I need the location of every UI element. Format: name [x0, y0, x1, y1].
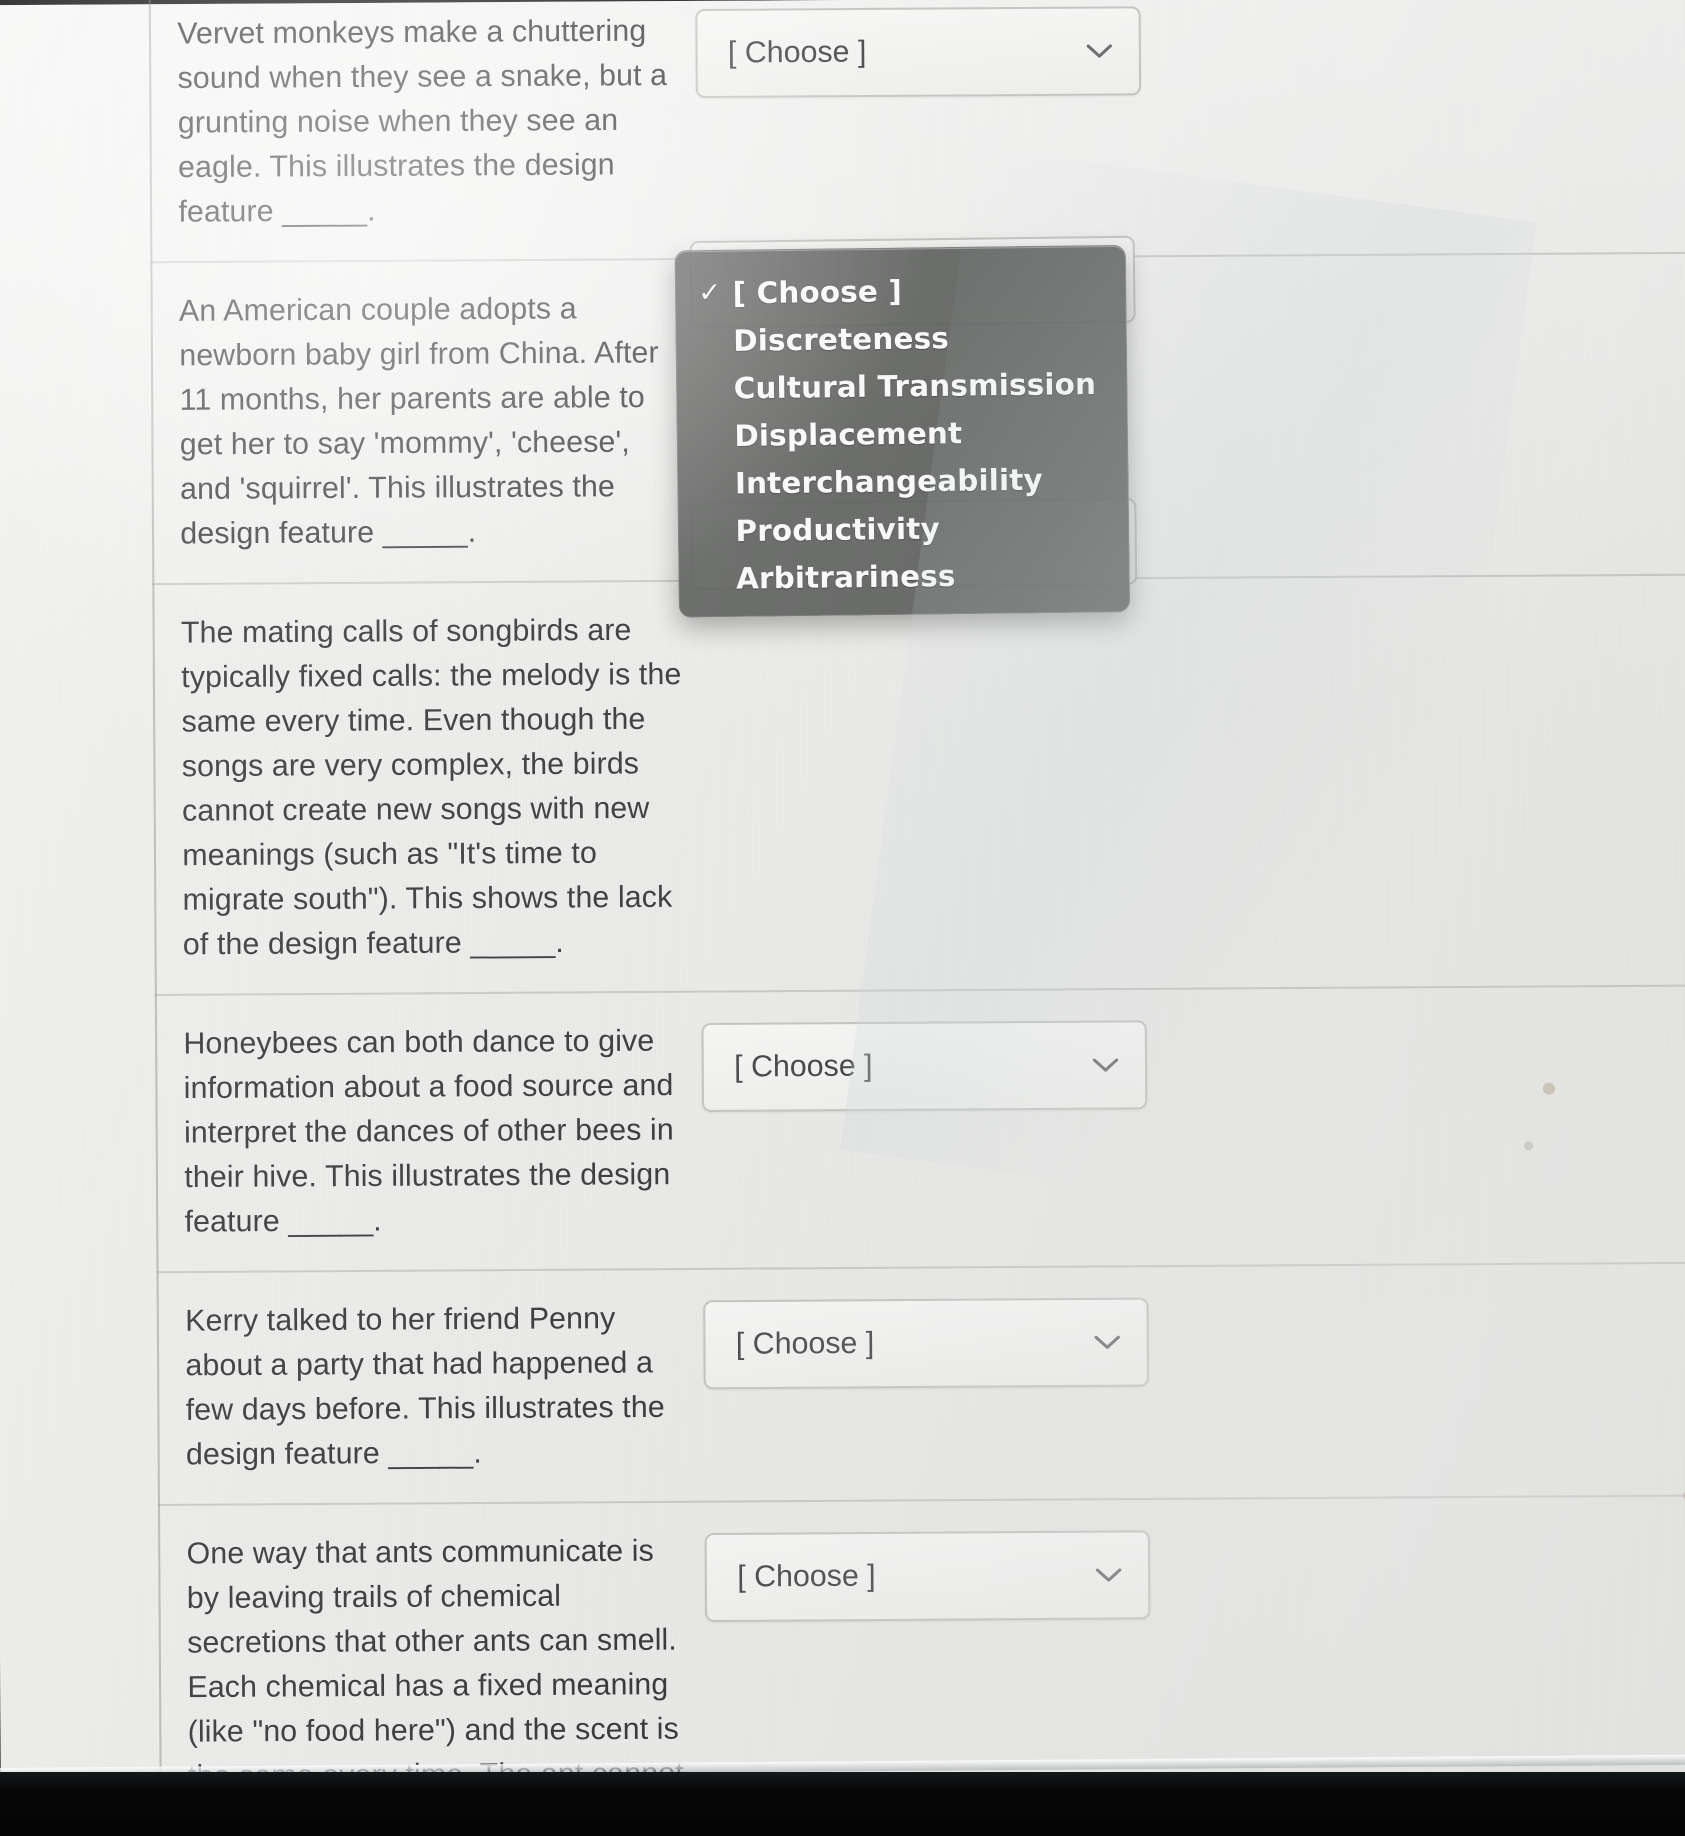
dropdown-option-choose[interactable]: ✓ [ Choose ] [676, 264, 1126, 317]
select-value: [ Choose ] [735, 1326, 875, 1361]
dropdown-option-displacement[interactable]: Displacement [677, 407, 1127, 460]
dropdown-option-interchangeability[interactable]: Interchangeability [678, 454, 1128, 507]
answer-select-ants[interactable]: [ Choose ] [704, 1530, 1151, 1623]
question-prompt: An American couple adopts a newborn baby… [178, 292, 659, 551]
answer-select-kerry-penny[interactable]: [ Choose ] [703, 1297, 1150, 1390]
dropdown-option-label: Displacement [734, 415, 963, 453]
question-prompt: Vervet monkeys make a chuttering sound w… [177, 14, 668, 229]
answer-control: [ Choose ] [695, 6, 1142, 99]
quiz-row-honeybees: Honeybees can both dance to give informa… [154, 986, 1685, 1274]
dropdown-option-label: Cultural Transmission [733, 366, 1097, 405]
select-value: [ Choose ] [727, 35, 867, 70]
dust-speck [1523, 1141, 1534, 1151]
dropdown-option-label: [ Choose ] [732, 273, 903, 310]
open-select-dropdown[interactable]: ✓ [ Choose ] Discreteness Cultural Transm… [674, 244, 1131, 618]
chevron-down-icon [1094, 1334, 1120, 1350]
dropdown-option-arbitrariness[interactable]: Arbitrariness [679, 549, 1129, 602]
chevron-down-icon [1086, 43, 1112, 59]
question-prompt: The mating calls of songbirds are typica… [180, 613, 682, 962]
display-bezel [0, 1772, 1685, 1836]
answer-control: [ Choose ] [699, 605, 1145, 701]
quiz-row-kerry-penny: Kerry talked to her friend Penny about a… [156, 1263, 1685, 1507]
select-value: [ Choose ] [734, 1049, 873, 1084]
dropdown-option-label: Productivity [735, 510, 941, 548]
answer-select-vervet-monkeys[interactable]: [ Choose ] [695, 6, 1142, 99]
quiz-row-songbirds: The mating calls of songbirds are typica… [152, 575, 1685, 996]
answer-select-honeybees[interactable]: [ Choose ] [701, 1020, 1148, 1113]
quiz-row-vervet-monkeys: Vervet monkeys make a chuttering sound w… [148, 0, 1685, 264]
dropdown-option-label: Interchangeability [734, 461, 1044, 501]
select-value: [ Choose ] [737, 1559, 876, 1594]
dropdown-option-label: Arbitrariness [735, 558, 956, 596]
question-prompt: Honeybees can both dance to give informa… [183, 1024, 674, 1239]
screen-surface: Vervet monkeys make a chuttering sound w… [0, 0, 1685, 1836]
chevron-down-icon [1092, 1057, 1119, 1073]
dropdown-option-productivity[interactable]: Productivity [679, 502, 1129, 555]
dropdown-option-discreteness[interactable]: Discreteness [676, 312, 1126, 365]
answer-control: [ Choose ] [704, 1526, 1151, 1623]
dropdown-option-cultural-transmission[interactable]: Cultural Transmission [677, 359, 1127, 412]
checkmark-icon: ✓ [698, 277, 722, 309]
dropdown-option-label: Discreteness [732, 320, 950, 358]
chevron-down-icon [1095, 1567, 1122, 1583]
dust-speck [1542, 1082, 1556, 1095]
answer-control: [ Choose ] [701, 1016, 1148, 1113]
question-prompt: Kerry talked to her friend Penny about a… [185, 1301, 665, 1472]
answer-control: [ Choose ] [703, 1294, 1150, 1390]
